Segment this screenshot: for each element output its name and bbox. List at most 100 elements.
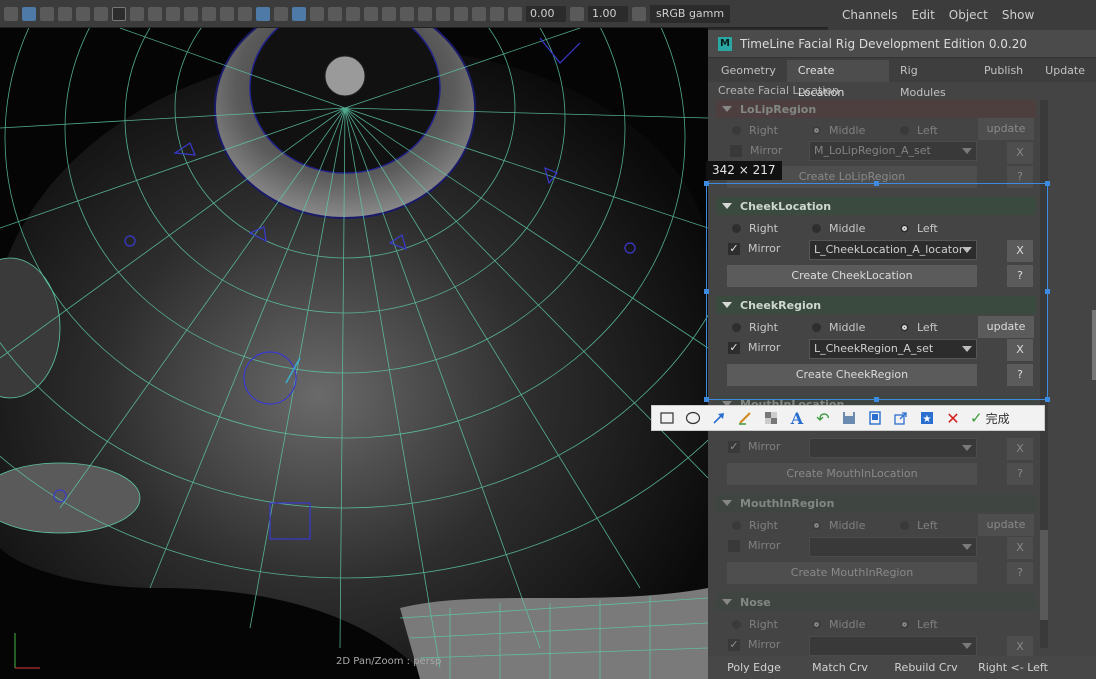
window-title-bar[interactable]: M TimeLine Facial Rig Development Editio…	[708, 30, 1096, 58]
mirror-right-left-button[interactable]: Right <- Left	[972, 656, 1054, 679]
channel-box-scrollbar[interactable]	[1092, 310, 1096, 380]
select-camera-icon[interactable]	[4, 6, 18, 21]
xray-icon[interactable]	[454, 6, 468, 21]
radio-middle[interactable]: Middle	[812, 618, 865, 631]
shadows-icon[interactable]	[346, 6, 360, 21]
radio-right[interactable]: Right	[732, 124, 778, 137]
tab-create-location[interactable]: Create Location	[786, 60, 889, 99]
3d-viewport[interactable]: 2D Pan/Zoom : persp	[0, 28, 708, 679]
resolution-gate-icon[interactable]	[148, 6, 162, 21]
arrow-tool-icon[interactable]	[710, 409, 728, 427]
camera-attributes-icon[interactable]	[22, 6, 36, 21]
resize-handle[interactable]	[1045, 181, 1050, 186]
field-chart-icon[interactable]	[184, 6, 198, 21]
grid-icon[interactable]	[112, 6, 126, 21]
resize-handle[interactable]	[1045, 289, 1050, 294]
exposure-icon[interactable]	[508, 6, 522, 21]
depth-of-field-icon[interactable]	[418, 6, 432, 21]
help-button[interactable]: ?	[1007, 463, 1033, 485]
save-icon[interactable]	[840, 409, 858, 427]
tab-rig-modules[interactable]: Rig Modules	[889, 60, 973, 99]
bookmark-icon[interactable]	[40, 6, 54, 21]
xray-joints-icon[interactable]	[472, 6, 486, 21]
gamma-icon[interactable]	[570, 6, 584, 21]
section-header-nose[interactable]: Nose	[716, 593, 1036, 611]
poly-edge-button[interactable]: Poly Edge	[708, 656, 800, 679]
show-menu[interactable]: Show	[1002, 8, 1034, 22]
section-header-mouthinregion[interactable]: MouthInRegion	[716, 494, 1036, 512]
gamma-field[interactable]: 1.00	[588, 5, 628, 22]
clear-button[interactable]: X	[1007, 636, 1033, 658]
pen-tool-icon[interactable]	[736, 409, 754, 427]
mirror-checkbox[interactable]: ✓ Mirror	[728, 638, 780, 651]
motion-blur-icon[interactable]	[382, 6, 396, 21]
update-button[interactable]: update	[978, 118, 1034, 140]
grease-pencil-icon[interactable]	[94, 6, 108, 21]
smooth-shade-icon[interactable]	[256, 6, 270, 21]
radio-left[interactable]: Left	[900, 519, 938, 532]
radio-left[interactable]: Left	[900, 124, 938, 137]
use-all-lights-icon[interactable]	[328, 6, 342, 21]
image-plane-icon[interactable]	[58, 6, 72, 21]
mirror-checkbox[interactable]: Mirror	[730, 144, 782, 157]
tab-geometry[interactable]: Geometry	[710, 60, 787, 82]
mosaic-tool-icon[interactable]	[762, 409, 780, 427]
mouthinlocation-dropdown[interactable]	[809, 438, 977, 458]
clear-button[interactable]: X	[1007, 438, 1033, 460]
channels-menu[interactable]: Channels	[842, 8, 898, 22]
clear-button[interactable]: X	[1007, 142, 1033, 164]
default-material-icon[interactable]	[292, 6, 306, 21]
resize-handle[interactable]	[1045, 397, 1050, 402]
radio-right[interactable]: Right	[732, 519, 778, 532]
radio-middle[interactable]: Middle	[812, 519, 865, 532]
create-mouthinlocation-button[interactable]: Create MouthInLocation	[727, 463, 977, 485]
pin-icon[interactable]	[866, 409, 884, 427]
xray-components-icon[interactable]	[490, 6, 504, 21]
radio-left[interactable]: Left	[900, 618, 938, 631]
share-icon[interactable]	[892, 409, 910, 427]
exposure-field[interactable]: 0.00	[526, 5, 566, 22]
clear-button[interactable]: X	[1007, 537, 1033, 559]
film-gate-icon[interactable]	[130, 6, 144, 21]
2d-pan-zoom-icon[interactable]	[76, 6, 90, 21]
tab-update[interactable]: Update	[1034, 60, 1096, 82]
create-mouthinregion-button[interactable]: Create MouthInRegion	[727, 562, 977, 584]
rectangle-tool-icon[interactable]	[658, 409, 676, 427]
radio-middle[interactable]: Middle	[812, 124, 865, 137]
lolipregion-dropdown[interactable]: M_LoLipRegion_A_set	[809, 141, 977, 161]
wireframe-on-shaded-icon[interactable]	[274, 6, 288, 21]
screenshot-selection[interactable]	[704, 181, 1050, 402]
view-transform-dropdown[interactable]: sRGB gamm	[650, 4, 731, 23]
wireframe-icon[interactable]	[238, 6, 252, 21]
rebuild-crv-button[interactable]: Rebuild Crv	[880, 656, 972, 679]
text-tool-icon[interactable]: A	[788, 409, 806, 428]
match-crv-button[interactable]: Match Crv	[800, 656, 880, 679]
gate-mask-icon[interactable]	[166, 6, 180, 21]
update-button[interactable]: update	[978, 514, 1034, 536]
mouthinregion-dropdown[interactable]	[809, 537, 977, 557]
radio-right[interactable]: Right	[732, 618, 778, 631]
resize-handle[interactable]	[704, 181, 709, 186]
resize-handle[interactable]	[874, 181, 879, 186]
safe-title-icon[interactable]	[220, 6, 234, 21]
resize-handle[interactable]	[704, 397, 709, 402]
cancel-icon[interactable]: ✕	[944, 409, 962, 428]
screen-space-ao-icon[interactable]	[364, 6, 378, 21]
resize-handle[interactable]	[874, 397, 879, 402]
resize-handle[interactable]	[704, 289, 709, 294]
isolate-select-icon[interactable]	[436, 6, 450, 21]
help-button[interactable]: ?	[1007, 562, 1033, 584]
object-menu[interactable]: Object	[949, 8, 988, 22]
section-header-lolipregion[interactable]: LoLipRegion	[716, 100, 1036, 118]
undo-icon[interactable]: ↶	[814, 409, 832, 428]
mirror-checkbox[interactable]: Mirror	[728, 539, 780, 552]
textured-icon[interactable]	[310, 6, 324, 21]
color-management-icon[interactable]	[632, 6, 646, 21]
ellipse-tool-icon[interactable]	[684, 409, 702, 427]
edit-menu[interactable]: Edit	[912, 8, 935, 22]
favorite-icon[interactable]: ★	[918, 409, 936, 427]
tab-publish[interactable]: Publish	[973, 60, 1034, 82]
done-button[interactable]: ✓ 完成	[970, 409, 1010, 427]
scrollbar-thumb[interactable]	[1040, 530, 1048, 620]
safe-action-icon[interactable]	[202, 6, 216, 21]
